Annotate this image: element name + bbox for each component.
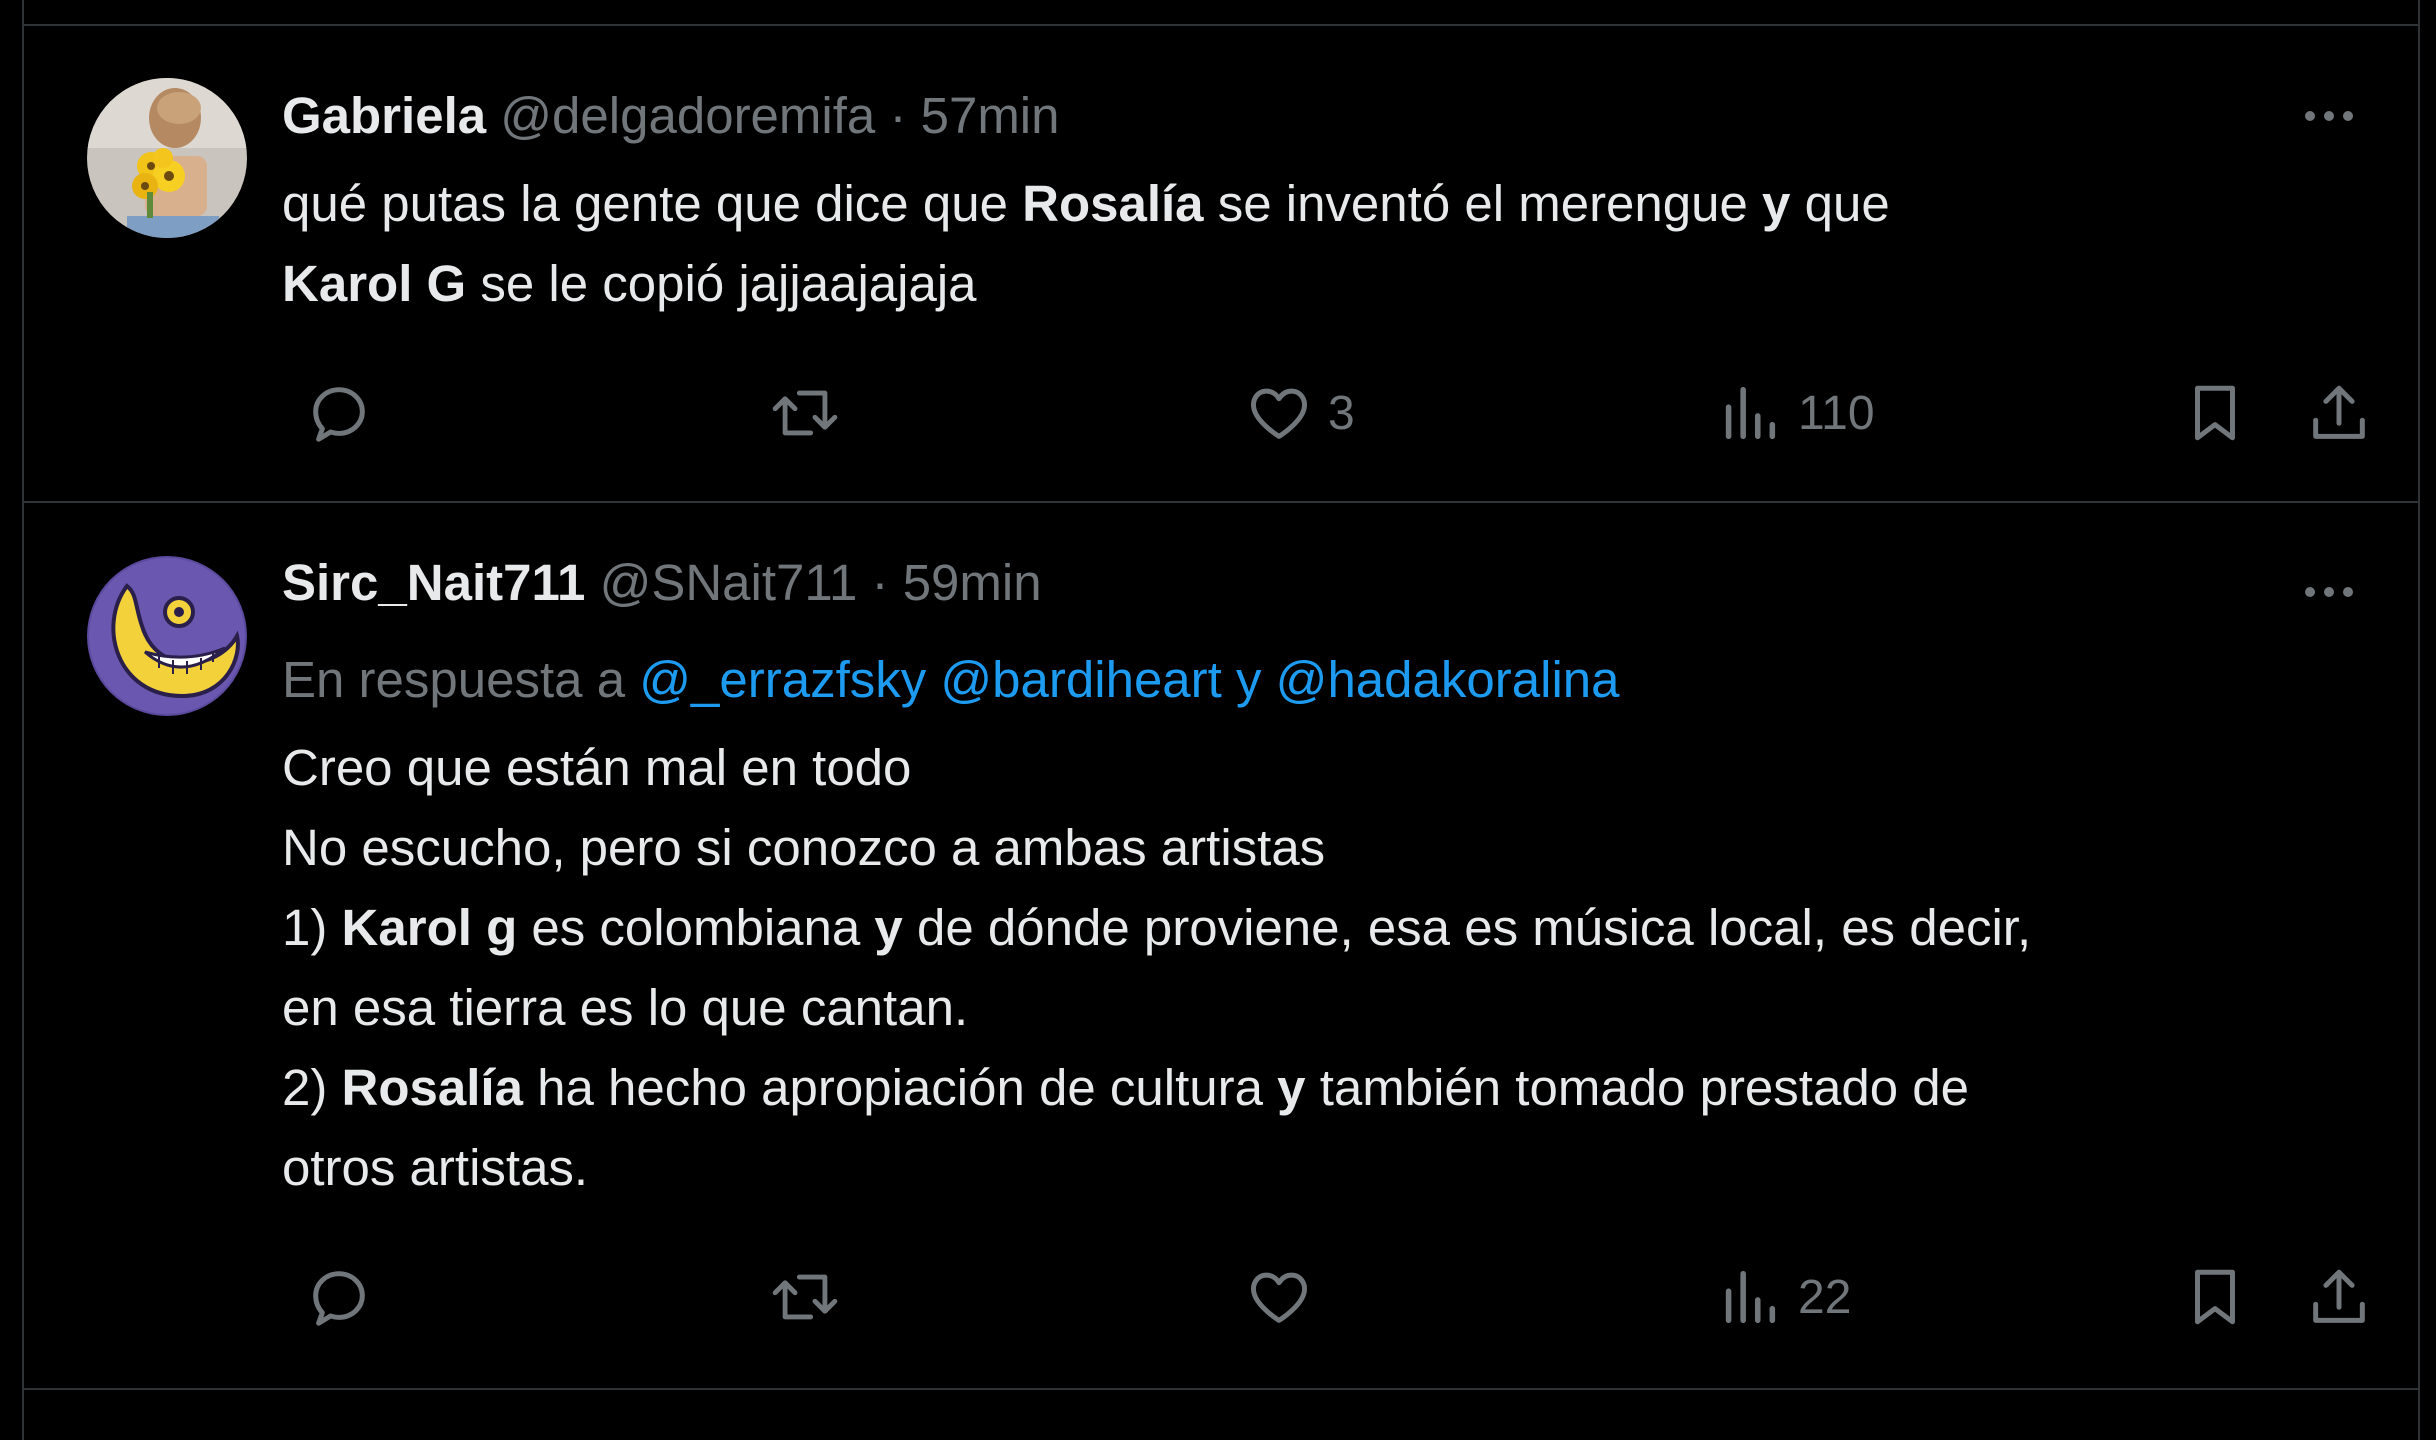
header-separator: · bbox=[871, 554, 889, 611]
text-bold: Karol g bbox=[341, 899, 518, 956]
like-count: 3 bbox=[1328, 386, 1355, 440]
reply-button[interactable] bbox=[304, 1262, 388, 1332]
retweet-icon bbox=[772, 1274, 838, 1320]
retweet-button[interactable] bbox=[768, 1262, 856, 1332]
display-name[interactable]: Sirc_Nait711 bbox=[282, 554, 585, 611]
tweet-time[interactable]: 59min bbox=[903, 554, 1042, 611]
views-icon bbox=[1725, 1270, 1776, 1324]
reply-icon bbox=[313, 1271, 365, 1326]
text-bold: Rosalía bbox=[341, 1059, 523, 1116]
tweet-text-line-4: en esa tierra es lo que cantan. bbox=[282, 979, 969, 1036]
divider bbox=[24, 1388, 2418, 1390]
retweet-button[interactable] bbox=[768, 378, 856, 448]
tweet-text-line-1: qué putas la gente que dice que Rosalía … bbox=[282, 174, 1890, 234]
tweet-text-line-2: Karol G se le copió jajjaajajaja bbox=[282, 254, 977, 314]
like-button[interactable] bbox=[1244, 1262, 1328, 1332]
mention-joiner: y bbox=[1236, 651, 1262, 708]
text-segment: es colombiana bbox=[517, 899, 875, 956]
mention-link[interactable]: @bardiheart bbox=[940, 651, 1221, 708]
text-bold: y bbox=[1277, 1059, 1306, 1116]
profile-photo-icon bbox=[87, 78, 247, 238]
heart-icon bbox=[1251, 1272, 1307, 1323]
bookmark-button[interactable] bbox=[2180, 1262, 2250, 1332]
text-segment: que bbox=[1790, 175, 1890, 232]
share-icon bbox=[2313, 1269, 2365, 1323]
tweet-header: Sirc_Nait711 @SNait711 · 59min bbox=[282, 553, 1042, 613]
tweet-text-line-3: 1) Karol g es colombiana y de dónde prov… bbox=[282, 898, 2031, 958]
reply-context: En respuesta a @_errazfsky @bardiheart y… bbox=[282, 650, 1620, 710]
text-bold: Karol G bbox=[282, 255, 467, 312]
view-count: 110 bbox=[1798, 386, 1875, 440]
avatar[interactable] bbox=[87, 556, 247, 716]
divider bbox=[24, 501, 2418, 503]
avatar[interactable] bbox=[87, 78, 247, 238]
views-button[interactable]: 110 bbox=[1714, 378, 1875, 448]
text-segment: de dónde proviene, esa es música local, … bbox=[902, 899, 2032, 956]
more-icon[interactable] bbox=[2294, 96, 2364, 136]
retweet-icon bbox=[772, 390, 838, 436]
user-handle[interactable]: @SNait711 bbox=[600, 554, 858, 611]
timeline: Gabriela @delgadoremifa · 57min qué puta… bbox=[22, 0, 2420, 1440]
reply-prefix: En respuesta a bbox=[282, 651, 626, 708]
text-segment: también tomado prestado de bbox=[1305, 1059, 1969, 1116]
like-button[interactable]: 3 bbox=[1244, 378, 1355, 448]
views-icon bbox=[1725, 386, 1776, 440]
mention-link[interactable]: @_errazfsky bbox=[639, 651, 926, 708]
display-name[interactable]: Gabriela bbox=[282, 87, 486, 144]
more-icon[interactable] bbox=[2294, 572, 2364, 612]
text-segment: se le copió jajjaajajaja bbox=[466, 255, 977, 312]
text-segment: 1) bbox=[282, 899, 342, 956]
user-handle[interactable]: @delgadoremifa bbox=[500, 87, 875, 144]
text-segment: qué putas la gente que dice que bbox=[282, 175, 1023, 232]
share-icon bbox=[2313, 385, 2365, 439]
text-segment: ha hecho apropiación de cultura bbox=[522, 1059, 1278, 1116]
divider-top bbox=[24, 24, 2418, 26]
heart-icon bbox=[1251, 388, 1307, 439]
moon-face-icon bbox=[87, 556, 247, 716]
text-bold: Rosalía bbox=[1022, 175, 1204, 232]
views-button[interactable]: 22 bbox=[1714, 1262, 1851, 1332]
tweet-text-line-1: Creo que están mal en todo bbox=[282, 739, 912, 796]
tweet-text-line-6: otros artistas. bbox=[282, 1139, 589, 1196]
tweet-text-line-2: No escucho, pero si conozco a ambas arti… bbox=[282, 819, 1326, 876]
tweet-time[interactable]: 57min bbox=[921, 87, 1060, 144]
text-bold: y bbox=[874, 899, 903, 956]
share-button[interactable] bbox=[2304, 378, 2374, 448]
text-segment: se inventó el merengue bbox=[1203, 175, 1763, 232]
text-bold: y bbox=[1762, 175, 1791, 232]
text-segment: 2) bbox=[282, 1059, 342, 1116]
bookmark-icon bbox=[2195, 385, 2235, 441]
view-count: 22 bbox=[1798, 1270, 1852, 1324]
reply-icon bbox=[313, 387, 365, 442]
mention-link[interactable]: @hadakoralina bbox=[1276, 651, 1620, 708]
tweet-header: Gabriela @delgadoremifa · 57min bbox=[282, 86, 1060, 146]
tweet-text-line-5: 2) Rosalía ha hecho apropiación de cultu… bbox=[282, 1058, 1969, 1118]
share-button[interactable] bbox=[2304, 1262, 2374, 1332]
reply-button[interactable] bbox=[304, 378, 388, 448]
header-separator: · bbox=[889, 87, 907, 144]
bookmark-icon bbox=[2195, 1269, 2235, 1325]
bookmark-button[interactable] bbox=[2180, 378, 2250, 448]
